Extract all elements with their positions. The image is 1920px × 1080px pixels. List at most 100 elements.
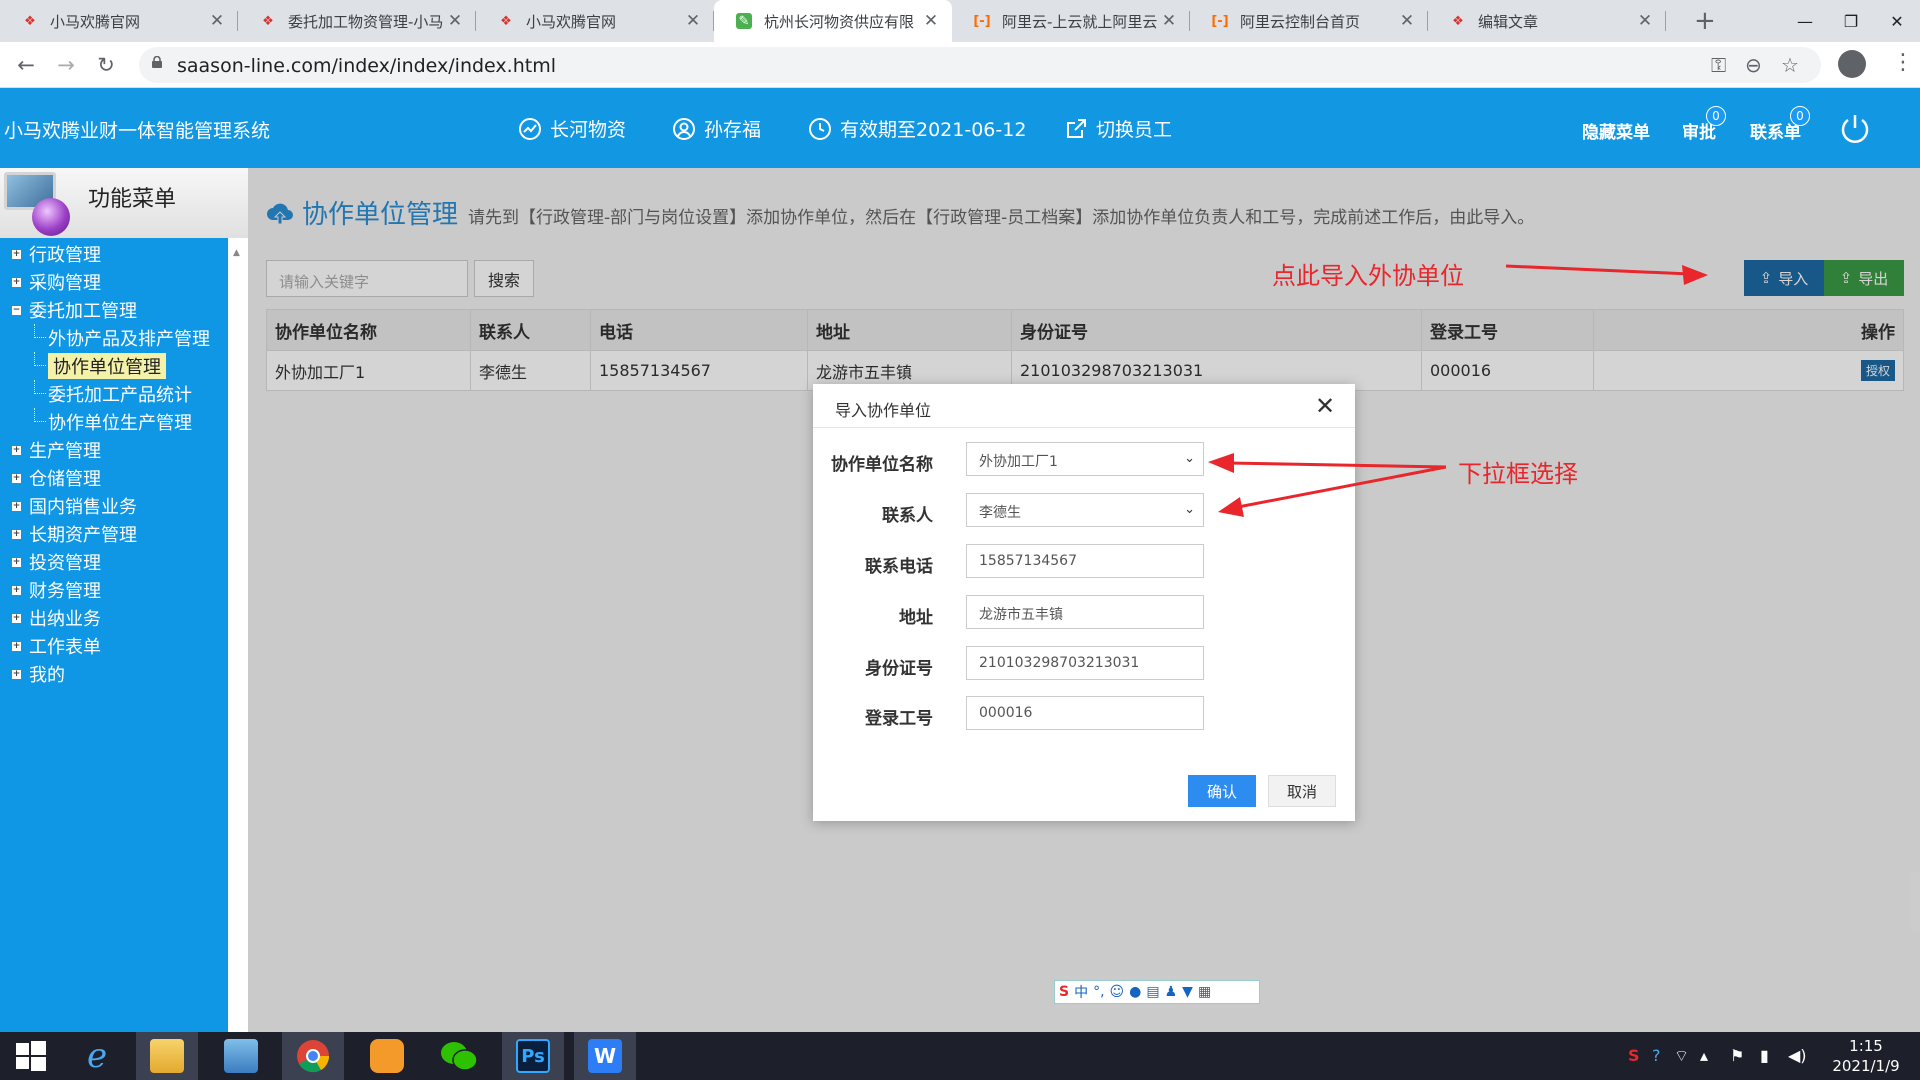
- sidebar-subitem[interactable]: 协作单位生产管理: [0, 408, 228, 436]
- switch-staff-button[interactable]: 切换员工: [1064, 115, 1172, 142]
- phone-field[interactable]: 15857134567: [966, 544, 1204, 578]
- cancel-button[interactable]: 取消: [1268, 775, 1336, 807]
- close-tab-icon[interactable]: ✕: [446, 11, 464, 31]
- ime-toolbar[interactable]: S 中 °, ☺ ● ▤ ♟ ▼ ▦: [1054, 980, 1260, 1004]
- sidebar-item[interactable]: + 工作表单: [0, 632, 228, 660]
- partner-name-select[interactable]: 外协加工厂1 ⌄: [966, 442, 1204, 476]
- sidebar-scrollbar[interactable]: ▲: [228, 238, 248, 1032]
- chrome-button[interactable]: [282, 1032, 344, 1080]
- sidebar-subitem-label: 协作单位生产管理: [48, 413, 192, 434]
- sidebar-item[interactable]: + 财务管理: [0, 576, 228, 604]
- zoom-icon[interactable]: ⊖: [1745, 53, 1762, 77]
- forward-button[interactable]: →: [52, 51, 80, 79]
- sidebar-item[interactable]: + 国内销售业务: [0, 492, 228, 520]
- close-tab-icon[interactable]: ✕: [922, 11, 940, 31]
- sidebar-subitem-selected[interactable]: 协作单位管理: [0, 352, 228, 380]
- clock-date: 2021/1/9: [1832, 1057, 1900, 1075]
- punctuation-icon[interactable]: °,: [1093, 984, 1104, 1000]
- browser-menu-icon[interactable]: ⋮: [1892, 50, 1914, 75]
- back-button[interactable]: ←: [12, 51, 40, 79]
- sidebar-item[interactable]: + 采购管理: [0, 268, 228, 296]
- close-tab-icon[interactable]: ✕: [1636, 11, 1654, 31]
- sidebar-item[interactable]: + 我的: [0, 660, 228, 688]
- close-tab-icon[interactable]: ✕: [1160, 11, 1178, 31]
- browser-tab[interactable]: ❖ 小马欢腾官网 ✕: [476, 0, 714, 42]
- omnibox[interactable]: saason-line.com/index/index/index.html ⚿…: [139, 47, 1821, 83]
- taskbar-clock[interactable]: 1:15 2021/1/9: [1826, 1036, 1906, 1076]
- control-panel-button[interactable]: [210, 1032, 272, 1080]
- close-tab-icon[interactable]: ✕: [1398, 11, 1416, 31]
- browser-tab[interactable]: ❖ 委托加工物资管理-小马 ✕: [238, 0, 476, 42]
- help-tray-icon[interactable]: ?: [1652, 1046, 1661, 1065]
- bookmark-star-icon[interactable]: ☆: [1781, 53, 1799, 77]
- skin-icon[interactable]: ▼: [1182, 984, 1193, 1000]
- address-toolbar: ← → ↻ saason-line.com/index/index/index.…: [0, 42, 1920, 88]
- browser-tab[interactable]: ❖ 编辑文章 ✕: [1428, 0, 1666, 42]
- browser-tab-active[interactable]: ✎ 杭州长河物资供应有限 ✕: [714, 0, 952, 42]
- sogou-tray-icon[interactable]: S: [1628, 1046, 1640, 1065]
- new-tab-button[interactable]: +: [1694, 6, 1716, 36]
- wps-button[interactable]: W: [574, 1032, 636, 1080]
- browser-tab[interactable]: [-] 阿里云-上云就上阿里云 ✕: [952, 0, 1190, 42]
- battery-tray-icon[interactable]: ▮: [1760, 1046, 1769, 1065]
- minimize-button[interactable]: —: [1782, 0, 1828, 42]
- sidebar-item[interactable]: + 投资管理: [0, 548, 228, 576]
- emoji-icon[interactable]: ☺: [1110, 984, 1125, 1000]
- photoshop-icon: Ps: [516, 1039, 550, 1073]
- dialog-title: 导入协作单位: [813, 384, 1355, 428]
- contact-sheet-button[interactable]: 联系单 0: [1750, 106, 1810, 143]
- import-hint-annotation: 点此导入外协单位: [1272, 262, 1464, 290]
- orb-icon: [32, 198, 70, 236]
- volume-tray-icon[interactable]: ◀): [1788, 1046, 1807, 1065]
- profile-avatar[interactable]: [1838, 50, 1866, 78]
- sidebar-item[interactable]: + 出纳业务: [0, 604, 228, 632]
- hx-logo-icon: ❖: [1452, 13, 1464, 29]
- field-label: 联系人: [882, 506, 933, 526]
- approval-button[interactable]: 审批 0: [1682, 106, 1726, 143]
- confirm-button[interactable]: 确认: [1188, 775, 1256, 807]
- chevron-down-icon: ⌄: [1184, 451, 1195, 466]
- sidebar-item[interactable]: + 仓储管理: [0, 464, 228, 492]
- user-menu[interactable]: 孙存福: [672, 115, 761, 142]
- wechat-button[interactable]: [428, 1032, 490, 1080]
- restore-button[interactable]: ❐: [1828, 0, 1874, 42]
- company-switch[interactable]: 长河物资: [518, 115, 626, 142]
- contact-person-select[interactable]: 李德生 ⌄: [966, 493, 1204, 527]
- grid-icon[interactable]: ▦: [1198, 984, 1211, 1000]
- ime-mode-label[interactable]: 中: [1074, 982, 1088, 1002]
- start-button[interactable]: [0, 1032, 62, 1080]
- hide-menu-button[interactable]: 隐藏菜单: [1582, 118, 1650, 143]
- show-hidden-icons-icon[interactable]: ▴: [1700, 1046, 1708, 1065]
- sidebar-item[interactable]: + 长期资产管理: [0, 520, 228, 548]
- photoshop-button[interactable]: Ps: [502, 1032, 564, 1080]
- sidebar-subitem[interactable]: 委托加工产品统计: [0, 380, 228, 408]
- close-tab-icon[interactable]: ✕: [684, 11, 702, 31]
- login-id-field[interactable]: 000016: [966, 696, 1204, 730]
- browser-tab[interactable]: ❖ 小马欢腾官网 ✕: [0, 0, 238, 42]
- sidebar-subitem[interactable]: 外协产品及排产管理: [0, 324, 228, 352]
- wifi-tray-icon[interactable]: ⌔: [1674, 1046, 1689, 1066]
- sidebar-item[interactable]: + 生产管理: [0, 436, 228, 464]
- browser-tab[interactable]: [-] 阿里云控制台首页 ✕: [1190, 0, 1428, 42]
- flag-tray-icon[interactable]: ⚑: [1730, 1046, 1744, 1065]
- mic-icon[interactable]: ●: [1129, 984, 1141, 1000]
- close-tab-icon[interactable]: ✕: [208, 11, 226, 31]
- close-window-button[interactable]: ✕: [1874, 0, 1920, 42]
- close-icon[interactable]: ✕: [1315, 392, 1335, 420]
- sidebar-item-expanded[interactable]: − 委托加工管理: [0, 296, 228, 324]
- scroll-up-icon[interactable]: ▲: [233, 248, 240, 258]
- aliyun-icon: [-]: [1211, 13, 1229, 29]
- explorer-button[interactable]: [136, 1032, 198, 1080]
- sidebar-item[interactable]: + 行政管理: [0, 240, 228, 268]
- user-icon[interactable]: ♟: [1165, 984, 1178, 1000]
- uc-browser-button[interactable]: [356, 1032, 418, 1080]
- scroll-grip[interactable]: [1910, 872, 1920, 932]
- ie-button[interactable]: e: [66, 1032, 128, 1080]
- power-icon[interactable]: [1838, 112, 1872, 146]
- address-field[interactable]: 龙游市五丰镇: [966, 595, 1204, 629]
- reload-button[interactable]: ↻: [92, 51, 120, 79]
- keyboard-icon[interactable]: ▤: [1146, 984, 1159, 1000]
- app-title: 小马欢腾业财一体智能管理系统: [4, 120, 271, 142]
- key-icon[interactable]: ⚿: [1711, 53, 1726, 77]
- id-number-field[interactable]: 210103298703213031: [966, 646, 1204, 680]
